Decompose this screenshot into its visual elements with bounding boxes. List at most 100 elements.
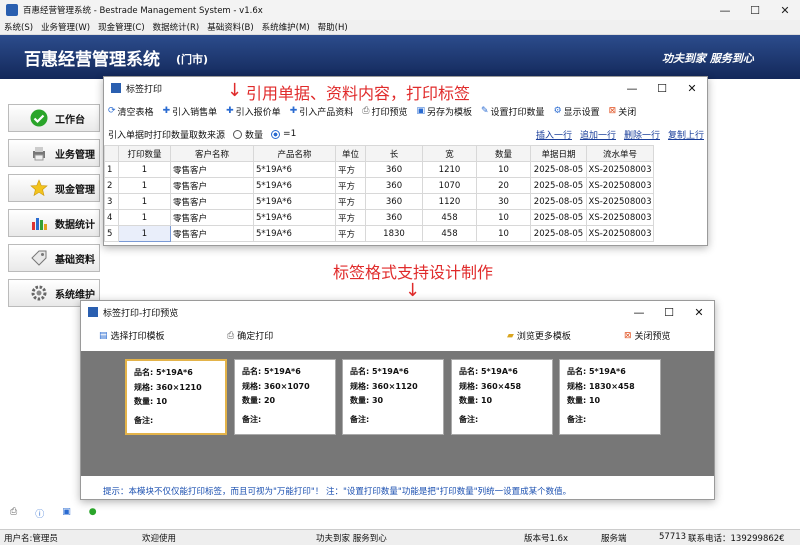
close-preview-button[interactable]: ⊠ 关闭预览 — [624, 329, 671, 343]
table-cell[interactable]: 平方 — [335, 225, 366, 242]
label-card[interactable]: 品名: 5*19A*6 规格: 360×1070 数量: 20 备注: — [234, 359, 336, 435]
menu-basic[interactable]: 基础资料(B) — [203, 21, 257, 33]
column-header[interactable]: 数量 — [476, 145, 531, 162]
maximize-button[interactable]: ☐ — [654, 306, 684, 319]
import-product-button[interactable]: ✚ 引入产品资料 — [290, 105, 354, 118]
menu-maintenance[interactable]: 系统维护(M) — [258, 21, 314, 33]
table-cell[interactable]: 360 — [365, 161, 423, 178]
table-cell[interactable]: 1 — [118, 193, 171, 210]
column-header[interactable]: 流水单号 — [586, 145, 654, 162]
table-row[interactable]: 1 1 零售客户 5*19A*6 平方 360 1210 10 2025-08-05 XS-202… — [104, 161, 654, 178]
table-cell[interactable]: 平方 — [335, 177, 366, 194]
printer-icon[interactable]: ⎙ — [10, 507, 17, 523]
set-quantity-button[interactable]: ✎ 设置打印数量 — [481, 105, 545, 118]
table-cell[interactable]: 2025-08-05 — [530, 225, 587, 242]
column-header[interactable]: 客户名称 — [170, 145, 254, 162]
display-settings-button[interactable]: ⚙ 显示设置 — [554, 105, 600, 118]
table-cell[interactable]: 20 — [476, 177, 531, 194]
close-button[interactable]: ✕ — [770, 4, 800, 17]
minimize-button[interactable]: — — [617, 82, 647, 95]
clear-table-button[interactable]: ⟳ 清空表格 — [108, 105, 154, 118]
table-cell[interactable]: 360 — [365, 209, 423, 226]
maximize-button[interactable]: ☐ — [740, 4, 770, 17]
menu-system[interactable]: 系统(S) — [0, 21, 37, 33]
table-cell[interactable]: XS-202508003 — [586, 161, 654, 178]
window-icon[interactable]: ▣ — [62, 507, 71, 523]
table-cell[interactable]: 2025-08-05 — [530, 177, 587, 194]
table-cell[interactable]: 零售客户 — [170, 209, 254, 226]
table-cell[interactable]: 平方 — [335, 161, 366, 178]
import-quote-button[interactable]: ✚ 引入报价单 — [226, 105, 281, 118]
refresh-icon[interactable]: ● — [89, 507, 97, 523]
table-cell[interactable]: 零售客户 — [170, 193, 254, 210]
close-window-button[interactable]: ⊠ 关闭 — [609, 105, 637, 118]
table-cell[interactable]: XS-202508003 — [586, 177, 654, 194]
column-header[interactable]: 宽 — [422, 145, 477, 162]
sidebar-item-cash[interactable]: 现金管理 — [8, 174, 100, 202]
copy-row-link[interactable]: 复制上行 — [668, 128, 704, 141]
table-cell[interactable]: 5*19A*6 — [253, 177, 336, 194]
maximize-button[interactable]: ☐ — [647, 82, 677, 95]
table-cell[interactable]: 1210 — [422, 161, 477, 178]
table-cell[interactable]: 2025-08-05 — [530, 209, 587, 226]
append-row-link[interactable]: 追加一行 — [580, 128, 616, 141]
sidebar-item-basic[interactable]: 基础资料 — [8, 244, 100, 272]
column-header[interactable]: 产品名称 — [253, 145, 336, 162]
table-cell[interactable]: 1 — [118, 209, 171, 226]
table-cell[interactable]: 30 — [476, 193, 531, 210]
minimize-button[interactable]: — — [624, 306, 654, 319]
table-row[interactable]: 4 1 零售客户 5*19A*6 平方 360 458 10 2025-08-05 XS-2025… — [104, 209, 654, 226]
select-template-button[interactable]: ▤ 选择打印模板 — [99, 329, 165, 343]
delete-row-link[interactable]: 删除一行 — [624, 128, 660, 141]
table-cell[interactable]: 1 — [118, 161, 171, 178]
table-cell[interactable]: 1120 — [422, 193, 477, 210]
table-cell[interactable]: 10 — [476, 225, 531, 242]
menu-cash[interactable]: 现金管理(C) — [94, 21, 149, 33]
table-cell[interactable]: 5*19A*6 — [253, 161, 336, 178]
table-cell[interactable]: 5*19A*6 — [253, 193, 336, 210]
table-cell[interactable]: 1830 — [365, 225, 423, 242]
table-cell[interactable]: 360 — [365, 177, 423, 194]
confirm-print-button[interactable]: ⎙ 确定打印 — [227, 329, 273, 343]
table-cell[interactable]: 360 — [365, 193, 423, 210]
label-card[interactable]: 品名: 5*19A*6 规格: 360×1210 数量: 10 备注: — [125, 359, 227, 435]
browse-templates-button[interactable]: ▰ 浏览更多模板 — [507, 329, 571, 343]
print-preview-button[interactable]: ⎙ 打印预览 — [362, 105, 407, 118]
radio-quantity[interactable]: 数量 — [233, 128, 263, 141]
table-cell[interactable]: XS-202508003 — [586, 209, 654, 226]
table-cell[interactable]: XS-202508003 — [586, 225, 654, 242]
table-cell[interactable]: 2025-08-05 — [530, 161, 587, 178]
minimize-button[interactable]: — — [710, 4, 740, 17]
table-cell[interactable]: 1 — [118, 177, 171, 194]
table-row[interactable]: 5 1 零售客户 5*19A*6 平方 1830 458 10 2025-08-05 XS-202… — [104, 225, 654, 242]
table-cell[interactable]: 零售客户 — [170, 161, 254, 178]
close-button[interactable]: ✕ — [677, 82, 707, 95]
sidebar-item-stats[interactable]: 数据统计 — [8, 209, 100, 237]
table-cell[interactable]: 458 — [422, 225, 477, 242]
column-header[interactable]: 单据日期 — [530, 145, 587, 162]
menu-business[interactable]: 业务管理(W) — [37, 21, 94, 33]
menu-stats[interactable]: 数据统计(R) — [149, 21, 204, 33]
label-card[interactable]: 品名: 5*19A*6 规格: 1830×458 数量: 10 备注: — [559, 359, 661, 435]
table-cell[interactable]: 10 — [476, 209, 531, 226]
column-header[interactable]: 长 — [365, 145, 423, 162]
label-card[interactable]: 品名: 5*19A*6 规格: 360×1120 数量: 30 备注: — [342, 359, 444, 435]
import-sales-button[interactable]: ✚ 引入销售单 — [163, 105, 218, 118]
table-row[interactable]: 3 1 零售客户 5*19A*6 平方 360 1120 30 2025-08-05 XS-202… — [104, 193, 654, 210]
close-button[interactable]: ✕ — [684, 306, 714, 319]
table-cell[interactable]: 458 — [422, 209, 477, 226]
column-header[interactable]: 单位 — [335, 145, 366, 162]
column-header[interactable]: 打印数量 — [118, 145, 171, 162]
table-cell[interactable]: 1 — [118, 225, 171, 242]
table-cell[interactable]: 5*19A*6 — [253, 209, 336, 226]
sidebar-item-workbench[interactable]: 工作台 — [8, 104, 100, 132]
table-row[interactable]: 2 1 零售客户 5*19A*6 平方 360 1070 20 2025-08-05 XS-202… — [104, 177, 654, 194]
sidebar-item-business[interactable]: 业务管理 — [8, 139, 100, 167]
save-template-button[interactable]: ▣ 另存为模板 — [416, 105, 472, 118]
table-cell[interactable]: 平方 — [335, 193, 366, 210]
table-cell[interactable]: XS-202508003 — [586, 193, 654, 210]
table-cell[interactable]: 5*19A*6 — [253, 225, 336, 242]
radio-one[interactable]: =1 — [271, 129, 296, 139]
menu-help[interactable]: 帮助(H) — [314, 21, 352, 33]
table-cell[interactable]: 1070 — [422, 177, 477, 194]
